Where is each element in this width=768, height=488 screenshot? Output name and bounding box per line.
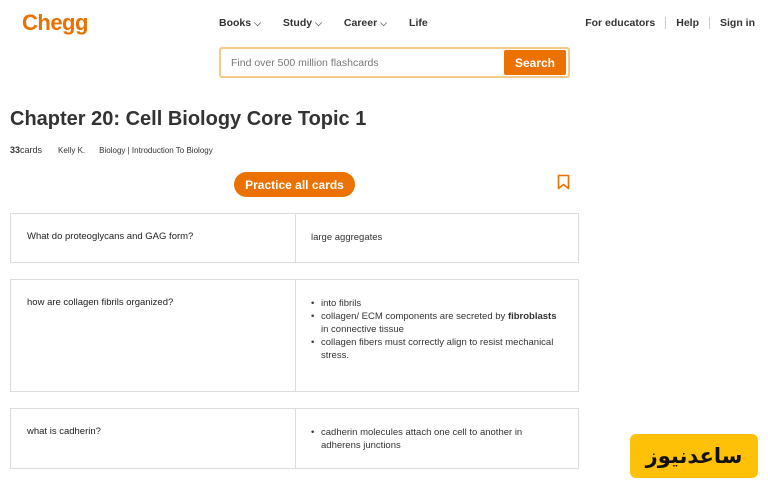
- nav-life-label: Life: [409, 17, 428, 29]
- chegg-logo[interactable]: Chegg: [22, 10, 88, 36]
- card-definition: cadherin molecules attach one cell to an…: [296, 409, 578, 468]
- card-definition: into fibrils collagen/ ECM components ar…: [296, 280, 578, 391]
- card-term: what is cadherin?: [11, 409, 296, 468]
- chevron-down-icon: ⌵: [315, 17, 322, 28]
- nav-study-label: Study: [282, 17, 313, 29]
- card-definition: large aggregates: [311, 232, 383, 243]
- nav-study[interactable]: Study ⌵: [283, 17, 322, 29]
- nav-books-label: Books: [219, 17, 252, 29]
- flashcard[interactable]: What do proteoglycans and GAG form? larg…: [10, 213, 579, 263]
- search-input[interactable]: [221, 49, 504, 76]
- search-bar: Search: [219, 47, 570, 78]
- card-term: What do proteoglycans and GAG form?: [11, 214, 296, 262]
- chevron-down-icon: ⌵: [254, 17, 261, 28]
- list-item: cadherin molecules attach one cell to an…: [311, 426, 563, 452]
- bold-term: fibroblasts: [507, 311, 557, 322]
- help-link[interactable]: Help: [676, 17, 699, 29]
- definition-list: into fibrils collagen/ ECM components ar…: [311, 297, 563, 362]
- nav-books[interactable]: Books ⌵: [219, 17, 261, 29]
- chevron-down-icon: ⌵: [380, 17, 388, 28]
- nav-career-label: Career: [343, 17, 378, 29]
- list-item: collagen fibers must correctly align to …: [311, 336, 563, 362]
- list-item: collagen/ ECM components are secreted by…: [311, 310, 563, 336]
- card-count-label: cards: [20, 145, 43, 155]
- card-term: how are collagen fibrils organized?: [11, 280, 296, 391]
- search-button[interactable]: Search: [504, 50, 566, 75]
- nav-career[interactable]: Career ⌵: [344, 17, 387, 29]
- watermark-logo: ساعدنیوز: [630, 434, 758, 478]
- flashcard[interactable]: how are collagen fibrils organized? into…: [10, 279, 579, 392]
- nav-life[interactable]: Life: [409, 17, 428, 29]
- flashcard[interactable]: what is cadherin? cadherin molecules att…: [10, 408, 579, 469]
- account-nav: For educators Help Sign in: [585, 17, 755, 29]
- main-nav: Books ⌵ Study ⌵ Career ⌵ Life: [219, 17, 428, 29]
- definition-list: cadherin molecules attach one cell to an…: [311, 426, 563, 452]
- bookmark-icon[interactable]: [557, 174, 570, 190]
- practice-all-button[interactable]: Practice all cards: [234, 172, 355, 197]
- for-educators-link[interactable]: For educators: [585, 17, 655, 29]
- subject-breadcrumb[interactable]: Biology | Introduction To Biology: [99, 146, 213, 155]
- card-count: 33: [10, 145, 21, 155]
- list-item: into fibrils: [311, 297, 563, 310]
- divider: [709, 17, 710, 29]
- sign-in-link[interactable]: Sign in: [720, 17, 755, 29]
- divider: [665, 17, 667, 29]
- deck-meta: 33 cards Kelly K. Biology | Introduction…: [10, 145, 213, 155]
- page-title: Chapter 20: Cell Biology Core Topic 1: [10, 108, 367, 130]
- author-link[interactable]: Kelly K.: [58, 146, 85, 155]
